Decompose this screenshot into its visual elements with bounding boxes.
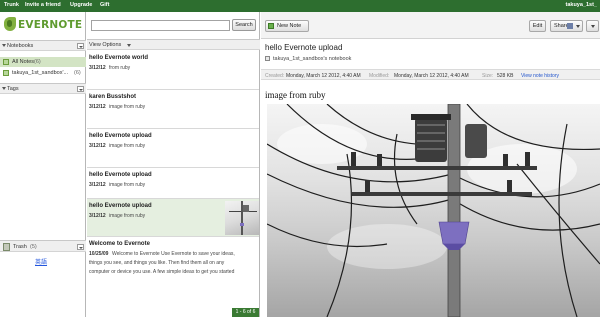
note-item-snippet-line: computer or device you use. A few simple…: [89, 269, 235, 275]
note-view: New Note Edit Share hello Evernote uploa…: [261, 12, 600, 317]
new-note-label: New Note: [277, 23, 302, 29]
note-toolbar: New Note Edit Share: [261, 12, 600, 39]
top-bar: Trunk Invite a friend Upgrade Gift takuy…: [0, 0, 600, 12]
username-menu[interactable]: takuya_1st_: [566, 2, 598, 8]
note-item-snippet: image from ruby: [109, 104, 146, 110]
note-notebook[interactable]: takuya_1st_sandbox's notebook: [265, 56, 351, 62]
note-item-title: hello Evernote upload: [89, 172, 152, 178]
notebooks-menu-dropdown[interactable]: [77, 43, 84, 49]
note-item-date: 10/25/09: [89, 251, 109, 257]
thumb-transformer: [243, 205, 249, 212]
top-link-invite[interactable]: Invite a friend: [25, 2, 61, 8]
list-item[interactable]: hello Evernote upload 3/12/12 image from…: [87, 129, 259, 168]
note-item-date: 3/12/12: [89, 104, 106, 110]
note-title[interactable]: hello Evernote upload: [265, 43, 342, 52]
power-pole-photo: [267, 104, 600, 317]
note-item-title: hello Evernote world: [89, 55, 149, 61]
collapse-triangle-icon[interactable]: [2, 44, 6, 47]
trash-menu-dropdown[interactable]: [77, 244, 84, 250]
notebook-count: (6): [74, 70, 81, 76]
trash-label: Trash: [13, 244, 27, 250]
note-item-snippet-line: things you see, and things you like. The…: [89, 260, 225, 266]
notebook-count: (6): [34, 59, 41, 65]
notebook-icon: [3, 59, 9, 65]
note-item-date: 3/12/12: [89, 213, 106, 219]
chevron-down-icon: [576, 25, 580, 28]
top-link-upgrade[interactable]: Upgrade: [70, 2, 92, 8]
purple-insulator-band: [438, 221, 470, 245]
view-history-link[interactable]: View note history: [521, 73, 559, 79]
note-metadata-bar: Created: Monday, March 12 2012, 4:40 AM …: [261, 69, 600, 80]
modified-value: Monday, March 12 2012, 4:40 AM: [394, 72, 469, 79]
concrete-pole: [447, 104, 461, 317]
tags-label: Tags: [7, 85, 19, 92]
notebooks-label: Notebooks: [7, 42, 34, 49]
share-button[interactable]: Share: [550, 20, 583, 32]
notebook-name: takuya_1st_sandbox'...: [12, 70, 69, 76]
collapse-triangle-icon[interactable]: [2, 87, 6, 90]
edit-button[interactable]: Edit: [529, 20, 546, 32]
search-input[interactable]: [91, 20, 230, 31]
notebook-icon: [3, 70, 9, 76]
thumb-insulator-band: [240, 223, 244, 226]
language-link[interactable]: 英語: [35, 257, 47, 266]
note-image: [267, 104, 600, 317]
notebooks-header[interactable]: Notebooks: [0, 40, 86, 51]
top-link-trunk[interactable]: Trunk: [4, 2, 19, 8]
notebook-name: All Notes: [12, 59, 35, 65]
list-item-selected[interactable]: hello Evernote upload 3/12/12 image from…: [87, 199, 259, 237]
note-item-snippet: from ruby: [109, 65, 131, 71]
note-item-title: Welcome to Evernote: [89, 241, 150, 247]
new-note-button[interactable]: New Note: [265, 20, 309, 32]
list-item[interactable]: Welcome to Evernote 10/25/09 Welcome to …: [87, 237, 259, 299]
trash-icon: [3, 243, 10, 251]
size-value: 528 KB: [497, 72, 514, 79]
search-button[interactable]: Search: [232, 19, 256, 31]
size-label: Size:: [482, 72, 494, 79]
note-list-panel: Search View Options hello Evernote world…: [87, 12, 260, 317]
sidebar-item-all-notes[interactable]: All Notes (6): [0, 57, 86, 67]
logo[interactable]: EVERNOTE: [0, 12, 86, 38]
list-item[interactable]: hello Evernote upload 3/12/12 image from…: [87, 168, 259, 199]
list-item[interactable]: karen Busstshot 3/12/12 image from ruby: [87, 90, 259, 129]
created-value: Monday, March 12 2012, 4:40 AM: [286, 72, 361, 79]
note-item-date: 3/12/12: [89, 65, 106, 71]
logo-text: EVERNOTE: [18, 19, 83, 31]
facebook-icon: [567, 23, 573, 29]
note-body-text[interactable]: image from ruby: [265, 90, 325, 100]
note-item-snippet: image from ruby: [109, 213, 146, 219]
more-actions-button[interactable]: [586, 20, 599, 32]
created-label: Created:: [265, 72, 285, 79]
crossarm-lower: [352, 192, 532, 196]
pager-count: 1 - 6 of 6: [232, 308, 259, 317]
top-link-gift[interactable]: Gift: [100, 2, 109, 8]
chevron-down-icon: [591, 25, 595, 28]
notebook-icon: [265, 56, 270, 61]
new-note-icon: [268, 23, 274, 29]
note-item-date: 3/12/12: [89, 143, 106, 149]
note-item-snippet: image from ruby: [109, 143, 146, 149]
tags-header[interactable]: Tags: [0, 83, 86, 94]
view-options-bar[interactable]: View Options: [87, 39, 260, 50]
note-item-title: hello Evernote upload: [89, 203, 152, 209]
crossarm-upper: [337, 166, 537, 170]
note-item-title: hello Evernote upload: [89, 133, 152, 139]
sidebar: EVERNOTE Notebooks All Notes (6) takuya_…: [0, 12, 86, 317]
modified-label: Modified:: [369, 72, 390, 79]
note-item-date: 3/12/12: [89, 182, 106, 188]
note-item-snippet: image from ruby: [109, 182, 146, 188]
purple-insulator-bottom: [443, 244, 465, 250]
view-options-label: View Options: [89, 41, 122, 48]
sidebar-item-sandbox-notebook[interactable]: takuya_1st_sandbox'... (6): [0, 68, 86, 78]
list-item[interactable]: hello Evernote world 3/12/12 from ruby: [87, 51, 259, 90]
tags-menu-dropdown[interactable]: [77, 86, 84, 92]
elephant-icon: [4, 17, 16, 31]
trash-count: (5): [30, 244, 37, 250]
note-item-snippet: Welcome to Evernote Use Evernote to save…: [112, 251, 235, 257]
note-item-title: karen Busstshot: [89, 94, 137, 100]
trash-bar[interactable]: Trash (5): [0, 240, 86, 252]
chevron-down-icon: [127, 44, 131, 47]
note-notebook-name: takuya_1st_sandbox's notebook: [273, 56, 352, 62]
note-thumbnail-image: [225, 201, 259, 235]
